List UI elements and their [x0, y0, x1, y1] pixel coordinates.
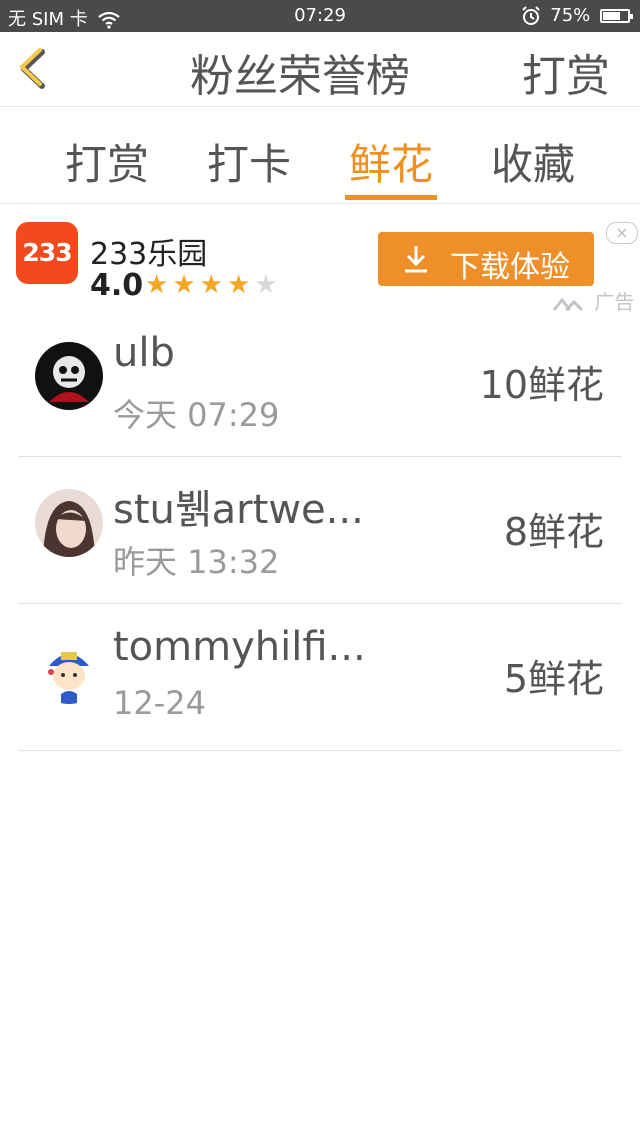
- active-tab-indicator: [345, 195, 437, 200]
- ad-download-button[interactable]: 下载体验: [378, 232, 594, 286]
- battery-fill: [603, 12, 620, 20]
- list-item[interactable]: tommyhilfi... 12-24 5鲜花: [18, 604, 622, 751]
- tab-reward[interactable]: 打赏: [52, 131, 162, 192]
- user-name: tommyhilfi...: [113, 624, 366, 670]
- ad-rating: 4.0: [90, 268, 144, 303]
- tab-bar: 打赏 打卡 鲜花 收藏: [0, 107, 640, 204]
- flower-count: 5鲜花: [503, 657, 604, 701]
- user-time: 昨天 13:32: [113, 543, 280, 581]
- title-bar: 粉丝荣誉榜 打赏: [0, 32, 640, 107]
- avatar: [35, 489, 103, 557]
- user-time: 今天 07:29: [113, 396, 280, 434]
- list-item[interactable]: ulb 今天 07:29 10鲜花: [18, 310, 622, 457]
- ad-stars: ★ ★ ★ ★ ★: [145, 270, 282, 300]
- reward-button[interactable]: 打赏: [522, 40, 610, 104]
- star-icon: ★: [172, 270, 196, 300]
- fan-ranking-list: ulb 今天 07:29 10鲜花 stu뷁artwe... 昨天 13:32 …: [0, 310, 640, 751]
- flower-count: 8鲜花: [503, 510, 604, 554]
- battery-icon: [600, 9, 633, 23]
- tab-checkin[interactable]: 打卡: [194, 131, 304, 192]
- status-right: 75%: [521, 5, 633, 26]
- avatar: [35, 342, 103, 410]
- user-time: 12-24: [113, 684, 206, 722]
- star-icon: ★: [145, 270, 169, 300]
- avatar: [35, 636, 103, 704]
- star-icon: ★: [199, 270, 223, 300]
- list-item[interactable]: stu뷁artwe... 昨天 13:32 8鲜花: [18, 457, 622, 604]
- alarm-icon: [521, 6, 540, 25]
- ad-app-logo: 233: [16, 222, 78, 284]
- download-icon: [405, 246, 427, 273]
- star-icon: ★: [226, 270, 251, 300]
- battery-percent: 75%: [550, 5, 591, 26]
- ad-download-label: 下载体验: [450, 250, 570, 285]
- status-bar: 无 SIM 卡 07:29 75%: [0, 0, 640, 32]
- user-name: stu뷁artwe...: [113, 487, 364, 533]
- ad-app-name: 233乐园: [90, 237, 208, 272]
- tab-flowers[interactable]: 鲜花: [336, 131, 446, 192]
- ad-banner[interactable]: 233 233乐园 4.0 ★ ★ ★ ★ ★ 下载体验 × 广告: [0, 204, 640, 314]
- tab-favorites[interactable]: 收藏: [478, 131, 588, 192]
- ad-close-button[interactable]: ×: [606, 222, 638, 244]
- flower-count: 10鲜花: [479, 363, 604, 407]
- page-title: 粉丝荣誉榜: [190, 51, 410, 102]
- star-empty-icon: ★: [254, 270, 278, 300]
- user-name: ulb: [113, 330, 175, 376]
